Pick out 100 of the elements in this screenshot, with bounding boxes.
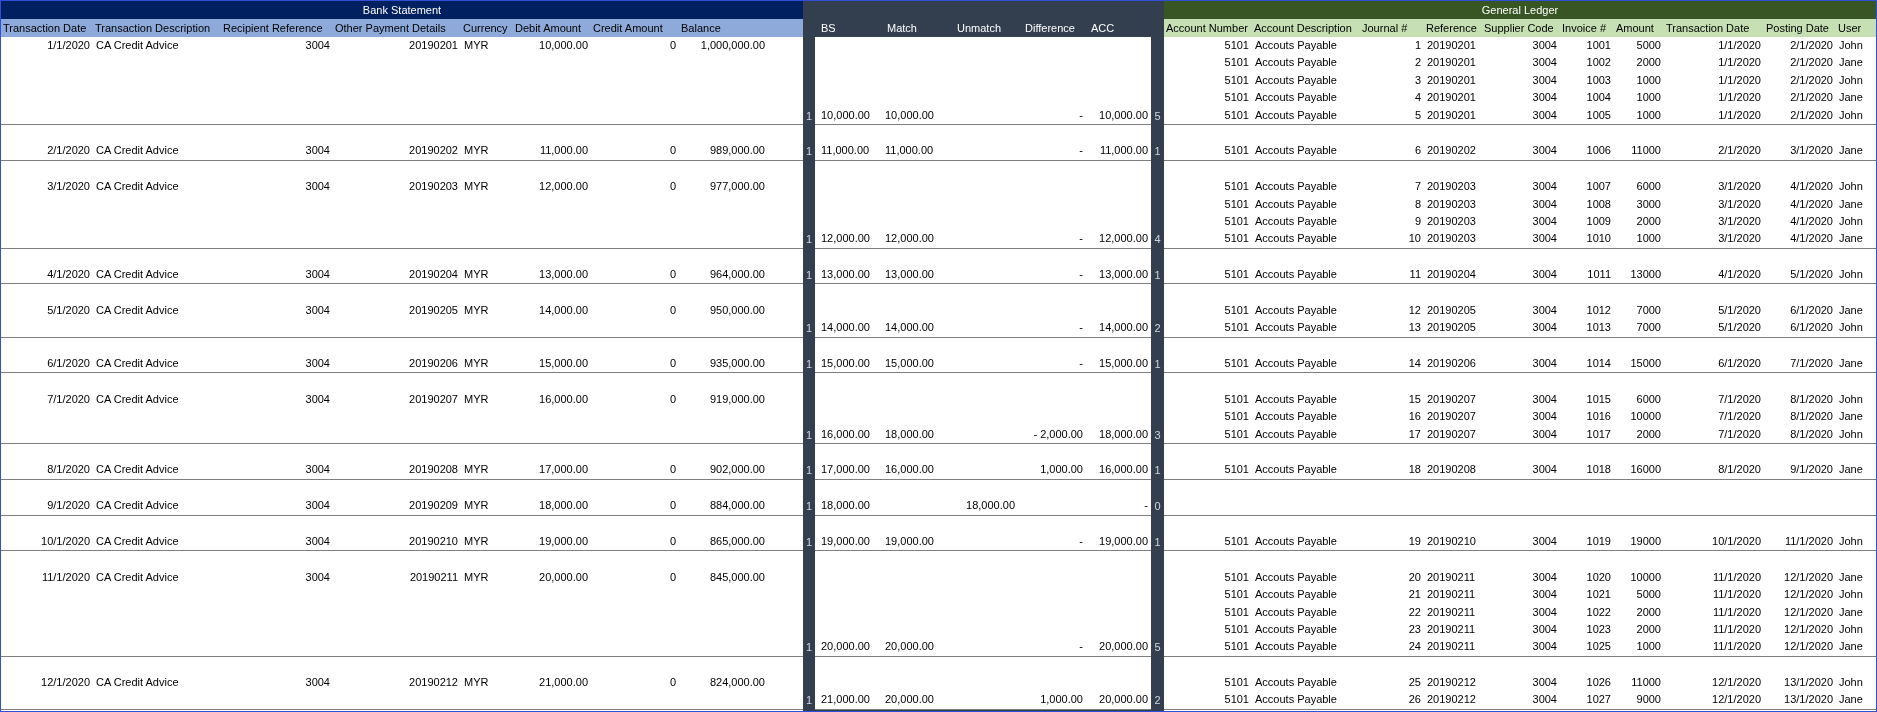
table-cell-text: 9000 bbox=[1635, 692, 1662, 708]
table-cell-text: 12/1/2020 bbox=[1711, 675, 1762, 691]
table-cell-text: 15,000.00 bbox=[884, 356, 935, 372]
table-cell-text: 20190211 bbox=[1426, 587, 1477, 603]
table-cell-text: CA Credit Advice bbox=[95, 498, 180, 514]
table-cell-text: 20,000.00 bbox=[538, 569, 589, 585]
table-cell-text: John bbox=[1838, 38, 1864, 53]
table-cell-text: 11,000.00 bbox=[1098, 143, 1149, 159]
table-cell-text: 3004 bbox=[1531, 604, 1558, 620]
table-cell-text: 4/1/2020 bbox=[1789, 179, 1834, 195]
table-cell-text: 3004 bbox=[1531, 55, 1558, 71]
table-cell-text: 1026 bbox=[1585, 675, 1612, 691]
table-cell-text: 2000 bbox=[1635, 621, 1662, 637]
table-cell-text: 3004 bbox=[1531, 533, 1558, 549]
table-cell-text: 5101 bbox=[1223, 179, 1250, 195]
column-header: Reference bbox=[1425, 21, 1478, 36]
table-cell-text: - bbox=[1143, 498, 1149, 514]
table-cell-text: 1/1/2020 bbox=[46, 38, 91, 53]
table-cell-text: 10/1/2020 bbox=[40, 533, 91, 549]
table-cell-text: 26 bbox=[1407, 692, 1422, 708]
table-cell-text: MYR bbox=[463, 391, 490, 407]
table-cell-text: Jane bbox=[1838, 90, 1864, 106]
table-cell-text: 4/1/2020 bbox=[46, 267, 91, 283]
match-count: 1 bbox=[804, 640, 814, 656]
table-cell-text: 7/1/2020 bbox=[46, 391, 91, 407]
table-cell-text: MYR bbox=[463, 498, 490, 514]
section-title: Bank Statement bbox=[1, 1, 803, 19]
table-cell-text: 1009 bbox=[1585, 213, 1612, 229]
table-cell-text: 20190207 bbox=[1426, 391, 1477, 407]
table-cell-text: 13/1/2020 bbox=[1783, 675, 1834, 691]
table-cell-text: 0 bbox=[668, 143, 677, 159]
table-cell-text: 8/1/2020 bbox=[1789, 426, 1834, 442]
table-cell-text: 1000 bbox=[1635, 231, 1662, 247]
table-cell-text: 18,000.00 bbox=[884, 426, 935, 442]
table-cell-text: 3004 bbox=[1531, 692, 1558, 708]
column-header: BS bbox=[820, 21, 837, 36]
table-cell-text: John bbox=[1838, 621, 1864, 637]
table-cell-text: 16,000.00 bbox=[1098, 462, 1149, 478]
table-cell-text: 18,000.00 bbox=[820, 498, 871, 514]
table-cell-text: - bbox=[1078, 107, 1084, 123]
table-cell-text: 12/1/2020 bbox=[1711, 692, 1762, 708]
table-cell-text: 14,000.00 bbox=[884, 320, 935, 336]
table-cell-text: 5000 bbox=[1635, 587, 1662, 603]
table-cell-text: 20190204 bbox=[1426, 267, 1477, 283]
table-cell-text: 20190211 bbox=[1426, 604, 1477, 620]
table-cell-text: 5101 bbox=[1223, 621, 1250, 637]
table-cell-text: 20190211 bbox=[408, 569, 459, 585]
table-cell-text: 3004 bbox=[1531, 179, 1558, 195]
table-cell-text: John bbox=[1838, 179, 1864, 195]
table-cell-text: 2000 bbox=[1635, 604, 1662, 620]
table-cell-text: 1/1/2020 bbox=[1717, 55, 1762, 71]
table-cell-text: 20190212 bbox=[408, 675, 459, 691]
match-count: 1 bbox=[804, 427, 814, 443]
table-cell-text: 884,000.00 bbox=[708, 498, 766, 514]
table-cell-text: 0 bbox=[668, 391, 677, 407]
table-cell-text: Accouts Payable bbox=[1254, 213, 1338, 229]
table-cell-text: John bbox=[1838, 391, 1864, 407]
table-cell-text: 13,000.00 bbox=[538, 267, 589, 283]
table-cell-text: 6/1/2020 bbox=[1789, 302, 1834, 318]
table-cell-text: 20190204 bbox=[408, 267, 459, 283]
table-cell-text: 11,000.00 bbox=[538, 143, 589, 159]
table-cell-text: CA Credit Advice bbox=[95, 38, 180, 53]
table-cell-text: 3004 bbox=[1531, 72, 1558, 88]
table-cell-text: 0 bbox=[668, 462, 677, 478]
table-cell-text: 4/1/2020 bbox=[1789, 231, 1834, 247]
table-cell-text: 12/1/2020 bbox=[1783, 604, 1834, 620]
table-cell-text: 20190210 bbox=[408, 533, 459, 549]
table-cell-text: 3004 bbox=[304, 498, 331, 514]
table-cell-text: John bbox=[1838, 587, 1864, 603]
column-header: Transaction Description bbox=[94, 21, 212, 36]
table-cell-text: 21,000.00 bbox=[820, 692, 871, 708]
table-cell-text: 3004 bbox=[304, 675, 331, 691]
table-cell-text: 20,000.00 bbox=[884, 692, 935, 708]
table-cell-text: 20190201 bbox=[1426, 107, 1477, 123]
table-cell-text: 5101 bbox=[1223, 409, 1250, 425]
table-cell-text: 1002 bbox=[1585, 55, 1612, 71]
table-cell-text: 20,000.00 bbox=[1098, 639, 1149, 655]
table-cell-text: 11,000.00 bbox=[884, 143, 935, 159]
table-cell-text: CA Credit Advice bbox=[95, 391, 180, 407]
table-cell-text: 11000 bbox=[1630, 675, 1662, 691]
table-cell-text: 20190201 bbox=[1426, 72, 1477, 88]
match-count: 2 bbox=[1153, 321, 1162, 337]
table-cell-text: 0 bbox=[668, 179, 677, 195]
table-cell-text: MYR bbox=[463, 569, 490, 585]
table-cell-text: 15000 bbox=[1629, 356, 1662, 372]
table-cell-text: - bbox=[1078, 267, 1084, 283]
table-cell-text: 20190201 bbox=[1426, 38, 1477, 53]
table-cell-text: 11/1/2020 bbox=[1711, 621, 1762, 637]
table-cell-text: 20190205 bbox=[1426, 320, 1477, 336]
table-cell-text: Accouts Payable bbox=[1254, 55, 1338, 71]
table-cell-text: 5101 bbox=[1223, 320, 1250, 336]
table-cell-text: 950,000.00 bbox=[708, 302, 766, 318]
table-cell-text: 12,000.00 bbox=[884, 231, 935, 247]
table-cell-text: 20190206 bbox=[1426, 356, 1477, 372]
table-cell-text: Accouts Payable bbox=[1254, 569, 1338, 585]
table-cell-text: 6/1/2020 bbox=[1789, 320, 1834, 336]
table-cell-text: 13 bbox=[1407, 320, 1422, 336]
table-cell-text: 12/1/2020 bbox=[1783, 639, 1834, 655]
table-cell-text: 2/1/2020 bbox=[1789, 90, 1834, 106]
table-cell-text: 2000 bbox=[1635, 55, 1662, 71]
